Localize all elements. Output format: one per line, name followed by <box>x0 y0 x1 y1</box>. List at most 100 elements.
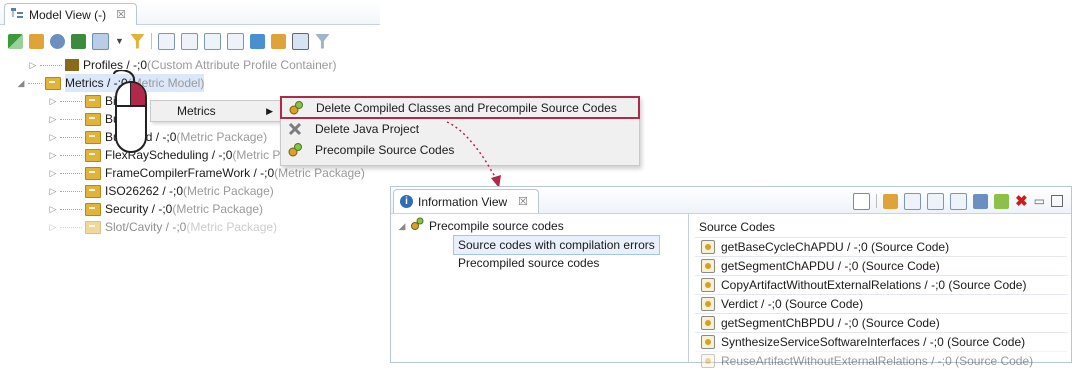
add-child-icon[interactable] <box>29 33 44 49</box>
source-code-icon <box>701 240 715 254</box>
expand-level-icon[interactable] <box>950 192 968 210</box>
minimize-icon[interactable]: ▭ <box>1034 194 1045 208</box>
expand-arrow-icon[interactable]: ▷ <box>48 182 58 200</box>
tree-item-type: (Metric Package) <box>176 130 268 144</box>
profile-container-icon <box>65 59 79 71</box>
model-view-title: Model View (-) <box>29 7 107 22</box>
tree-item-package[interactable]: ▷ Security / -;0 (Metric Package) <box>48 200 365 218</box>
folder-icon <box>85 112 101 126</box>
tree-connector <box>60 208 82 210</box>
menu-item-label: Precompile Source Codes <box>315 142 455 157</box>
tab-model-view[interactable]: Model View (-) ☒ <box>4 3 138 25</box>
toolbar-separator <box>150 33 152 49</box>
source-code-icon <box>701 316 715 330</box>
undo-icon[interactable] <box>50 33 65 49</box>
export-icon[interactable] <box>973 193 989 209</box>
import-file-icon[interactable] <box>994 193 1010 209</box>
toggle-view-icon[interactable] <box>291 32 309 50</box>
expand-arrow-icon[interactable]: ▷ <box>48 200 58 218</box>
source-code-label: CopyArtifactWithoutExternalRelations / -… <box>721 278 1027 292</box>
menu-item-label: Delete Java Project <box>315 121 420 136</box>
collapse-all-icon[interactable] <box>180 32 198 50</box>
close-icon[interactable]: ☒ <box>116 8 126 21</box>
source-code-label: Verdict / -;0 (Source Code) <box>721 297 864 311</box>
tree-item-type: (Custom Attribute Profile Container) <box>147 58 337 72</box>
tree-connector <box>60 136 82 138</box>
expand-arrow-icon[interactable]: ▷ <box>48 110 58 128</box>
tree-layout-icon[interactable] <box>157 32 175 50</box>
link-editor-icon[interactable] <box>249 33 265 49</box>
submenu-arrow-icon: ▶ <box>266 105 273 116</box>
toolbar-separator <box>876 194 878 208</box>
expand-arrow-icon[interactable]: ▷ <box>48 128 58 146</box>
expand-arrow-icon[interactable]: ▷ <box>48 146 58 164</box>
edit-pencil-icon[interactable] <box>883 193 899 209</box>
new-element-icon[interactable] <box>8 33 23 49</box>
source-code-label: SynthesizeServiceSoftwareInterfaces / -;… <box>721 335 1026 349</box>
tree-item-package[interactable]: ▷ FrameCompilerFrameWork / -;0 (Metric P… <box>48 164 365 182</box>
folder-icon <box>85 184 101 198</box>
collapse-arrow-icon[interactable]: ◢ <box>397 217 407 235</box>
tree-item-package[interactable]: ▷ ISO26262 / -;0 (Metric Package) <box>48 182 365 200</box>
tree-item-label: Source codes with compilation errors <box>453 235 660 255</box>
filter-funnel-icon[interactable] <box>314 33 330 49</box>
gears-icon <box>287 142 303 158</box>
tab-information-view[interactable]: i Information View ☒ <box>393 189 540 213</box>
information-view-toolbar: ✖ ▭ <box>853 192 1063 210</box>
delete-red-x-icon[interactable]: ✖ <box>1015 192 1028 210</box>
table-row[interactable]: getSegmentChBPDU / -;0 (Source Code) <box>695 313 1067 332</box>
expand-level-icon[interactable] <box>226 32 244 50</box>
filter-icon[interactable] <box>129 33 145 49</box>
maximize-icon[interactable] <box>1051 195 1063 207</box>
source-code-label: ReuseArtifactWithoutExternalRelations / … <box>721 354 1034 368</box>
source-code-icon <box>701 335 715 349</box>
tree-connector <box>60 190 82 192</box>
tree-item-package[interactable]: ▷ Slot/Cavity / -;0 (Metric Package) <box>48 218 365 236</box>
tree-item-compilation-errors[interactable]: Source codes with compilation errors <box>453 235 685 255</box>
menu-item-metrics[interactable]: Metrics ▶ <box>151 101 281 121</box>
expand-arrow-icon[interactable]: ▷ <box>48 218 58 236</box>
open-link-icon[interactable] <box>853 192 871 210</box>
redo-icon[interactable] <box>71 33 86 49</box>
collapse-all-icon[interactable] <box>904 192 922 210</box>
import-icon[interactable] <box>92 32 109 50</box>
table-row[interactable]: SynthesizeServiceSoftwareInterfaces / -;… <box>695 332 1067 351</box>
folder-icon <box>85 220 101 234</box>
table-row[interactable]: getBaseCycleChAPDU / -;0 (Source Code) <box>695 237 1067 256</box>
tree-item-precompiled[interactable]: Precompiled source codes <box>458 254 685 272</box>
tree-item-metrics[interactable]: ◢ Metrics / -;0 (Metric Model) <box>16 74 365 92</box>
tree-item-precompile-source-codes[interactable]: ◢ Precompile source codes <box>397 217 685 235</box>
model-tree-icon <box>11 7 25 22</box>
close-icon[interactable]: ☒ <box>518 195 528 208</box>
collapse-level-icon[interactable] <box>203 32 221 50</box>
table-row[interactable]: getSegmentChAPDU / -;0 (Source Code) <box>695 256 1067 275</box>
sync-icon[interactable] <box>270 33 286 49</box>
tree-item-label: Slot/Cavity / -;0 <box>105 220 187 234</box>
expand-arrow-icon[interactable]: ▷ <box>48 92 58 110</box>
tree-connector <box>40 64 62 66</box>
table-row[interactable]: CopyArtifactWithoutExternalRelations / -… <box>695 275 1067 294</box>
expand-all-icon[interactable] <box>927 192 945 210</box>
table-row[interactable]: Verdict / -;0 (Source Code) <box>695 294 1067 313</box>
tree-connector <box>60 172 82 174</box>
folder-icon <box>85 130 101 144</box>
expand-arrow-icon[interactable]: ▷ <box>48 164 58 182</box>
collapse-arrow-icon[interactable]: ◢ <box>16 74 26 92</box>
tree-item-profiles[interactable]: ▷ Profiles / -;0 (Custom Attribute Profi… <box>28 56 365 74</box>
column-header[interactable]: Source Codes <box>695 217 1067 237</box>
pane-divider[interactable] <box>688 213 689 362</box>
folder-icon <box>85 148 101 162</box>
expand-arrow-icon[interactable]: ▷ <box>28 56 38 74</box>
folder-icon <box>85 166 101 180</box>
menu-item-delete-compiled-classes[interactable]: Delete Compiled Classes and Precompile S… <box>280 96 640 119</box>
dropdown-arrow-icon[interactable]: ▼ <box>115 36 124 46</box>
information-view-title: Information View <box>418 194 508 209</box>
tree-item-label: Security / -;0 <box>105 202 173 216</box>
information-view-tabbar: i Information View ☒ ✖ ▭ <box>391 187 1071 214</box>
source-codes-table: Source Codes getBaseCycleChAPDU / -;0 (S… <box>695 217 1067 368</box>
menu-item-label: Delete Compiled Classes and Precompile S… <box>316 100 617 115</box>
source-code-label: getBaseCycleChAPDU / -;0 (Source Code) <box>721 240 950 254</box>
tree-connector <box>60 226 82 228</box>
context-menu: Metrics ▶ <box>150 100 282 122</box>
mouse-illustration-icon <box>113 70 147 153</box>
